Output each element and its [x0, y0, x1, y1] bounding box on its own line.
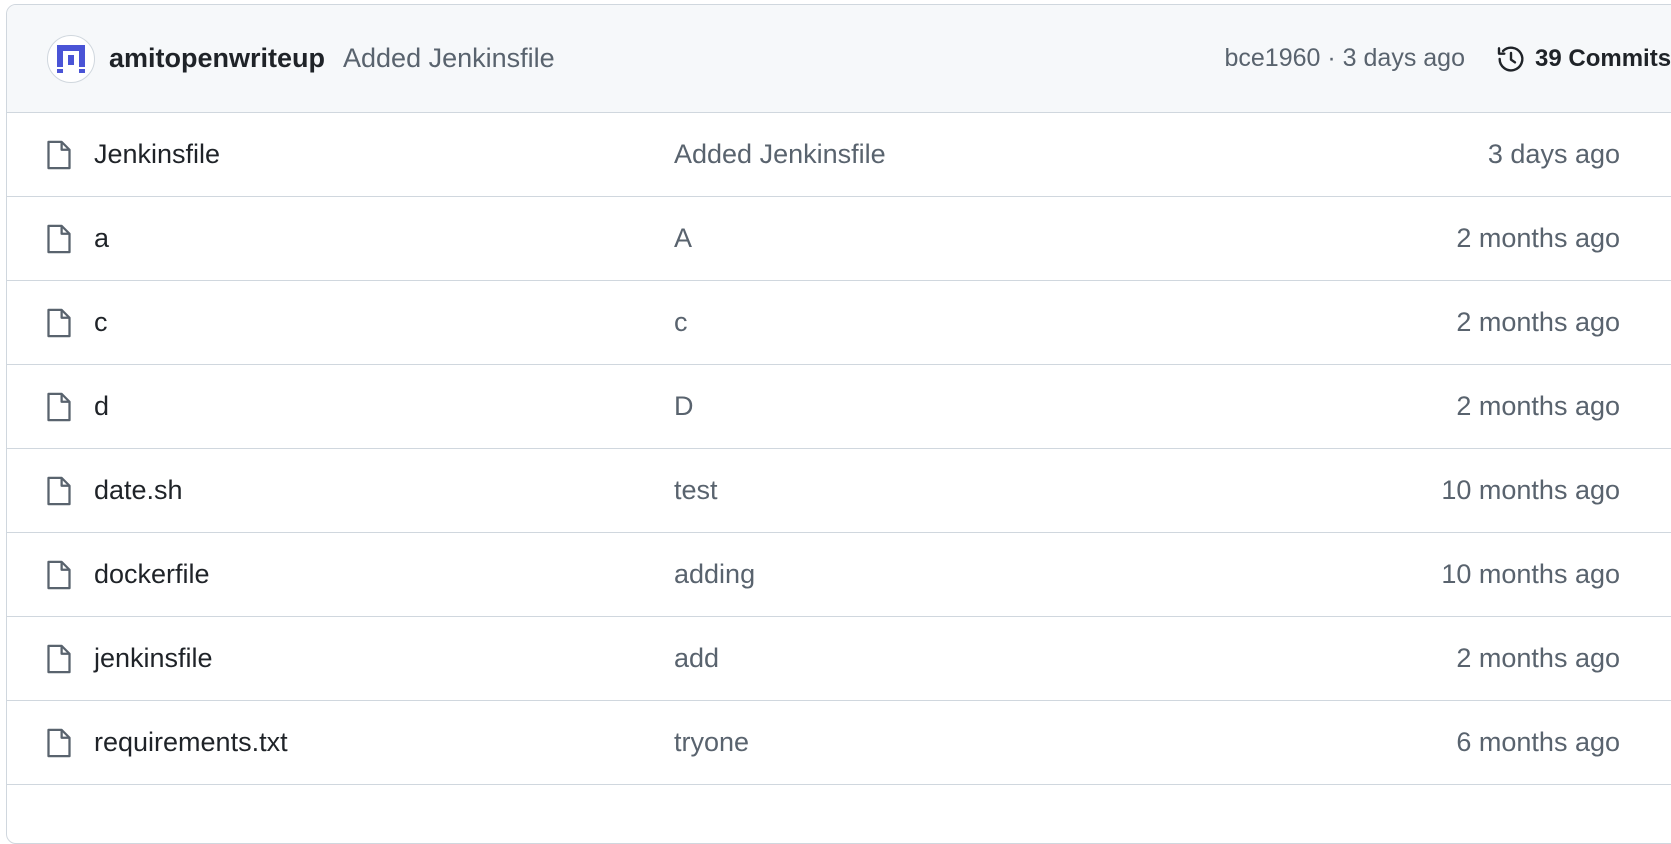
file-name-link[interactable]: requirements.txt: [94, 727, 674, 758]
file-row[interactable]: dockerfile adding 10 months ago: [7, 533, 1671, 617]
file-name-link[interactable]: a: [94, 223, 674, 254]
file-row[interactable]: requirements.txt tryone 6 months ago: [7, 701, 1671, 785]
file-icon: [42, 307, 76, 339]
file-commit-message-link[interactable]: A: [674, 223, 1154, 254]
file-icon: [42, 475, 76, 507]
file-row[interactable]: aA 2 months ago: [7, 197, 1671, 281]
file-icon: [42, 391, 76, 423]
meta-separator: ·: [1327, 44, 1336, 72]
latest-commit-bar: amitopenwriteup Added Jenkinsfile bce196…: [7, 5, 1671, 113]
file-name-link[interactable]: date.sh: [94, 475, 674, 506]
file-icon: [42, 727, 76, 759]
file-icon: [42, 223, 76, 255]
commit-meta: bce1960 · 3 days ago: [1225, 44, 1466, 73]
file-row[interactable]: date.sh test 10 months ago: [7, 449, 1671, 533]
file-commit-date: 10 months ago: [1441, 475, 1620, 505]
file-commit-message-link[interactable]: c: [674, 307, 1154, 338]
file-row[interactable]: cc 2 months ago: [7, 281, 1671, 365]
file-commit-date: 2 months ago: [1456, 391, 1620, 421]
file-row[interactable]: jenkinsfile add 2 months ago: [7, 617, 1671, 701]
file-icon: [42, 643, 76, 675]
avatar[interactable]: [47, 34, 95, 83]
file-row[interactable]: dD 2 months ago: [7, 365, 1671, 449]
commit-time: 3 days ago: [1342, 44, 1465, 72]
file-name-link[interactable]: Jenkinsfile: [94, 139, 674, 170]
file-list: Jenkinsfile Added Jenkinsfile 3 days ago a A…: [7, 113, 1671, 785]
file-commit-date: 2 months ago: [1456, 223, 1620, 253]
file-commit-message-link[interactable]: D: [674, 391, 1154, 422]
file-commit-date: 10 months ago: [1441, 559, 1620, 589]
commit-author-link[interactable]: amitopenwriteup: [109, 43, 325, 74]
file-commit-message-link[interactable]: tryone: [674, 727, 1154, 758]
file-commit-message-link[interactable]: test: [674, 475, 1154, 506]
file-icon: [42, 139, 76, 171]
file-commit-date: 2 months ago: [1456, 307, 1620, 337]
file-name-link[interactable]: dockerfile: [94, 559, 674, 590]
file-commit-message-link[interactable]: Added Jenkinsfile: [674, 139, 1154, 170]
file-browser-panel: amitopenwriteup Added Jenkinsfile bce196…: [6, 4, 1671, 844]
file-name-link[interactable]: jenkinsfile: [94, 643, 674, 674]
commits-history-link[interactable]: 39 Commits: [1495, 43, 1671, 75]
file-commit-date: 6 months ago: [1456, 727, 1620, 757]
file-row[interactable]: Jenkinsfile Added Jenkinsfile 3 days ago: [7, 113, 1671, 197]
file-commit-date: 2 months ago: [1456, 643, 1620, 673]
commit-message-link[interactable]: Added Jenkinsfile: [343, 43, 555, 74]
file-commit-message-link[interactable]: add: [674, 643, 1154, 674]
file-name-link[interactable]: d: [94, 391, 674, 422]
file-icon: [42, 559, 76, 591]
avatar-identicon: [57, 44, 85, 73]
file-commit-message-link[interactable]: adding: [674, 559, 1154, 590]
file-commit-date: 3 days ago: [1487, 139, 1620, 169]
commits-count-label: 39 Commits: [1535, 44, 1671, 72]
history-icon: [1497, 46, 1524, 72]
file-name-link[interactable]: c: [94, 307, 674, 338]
commit-sha-link[interactable]: bce1960: [1225, 44, 1321, 72]
